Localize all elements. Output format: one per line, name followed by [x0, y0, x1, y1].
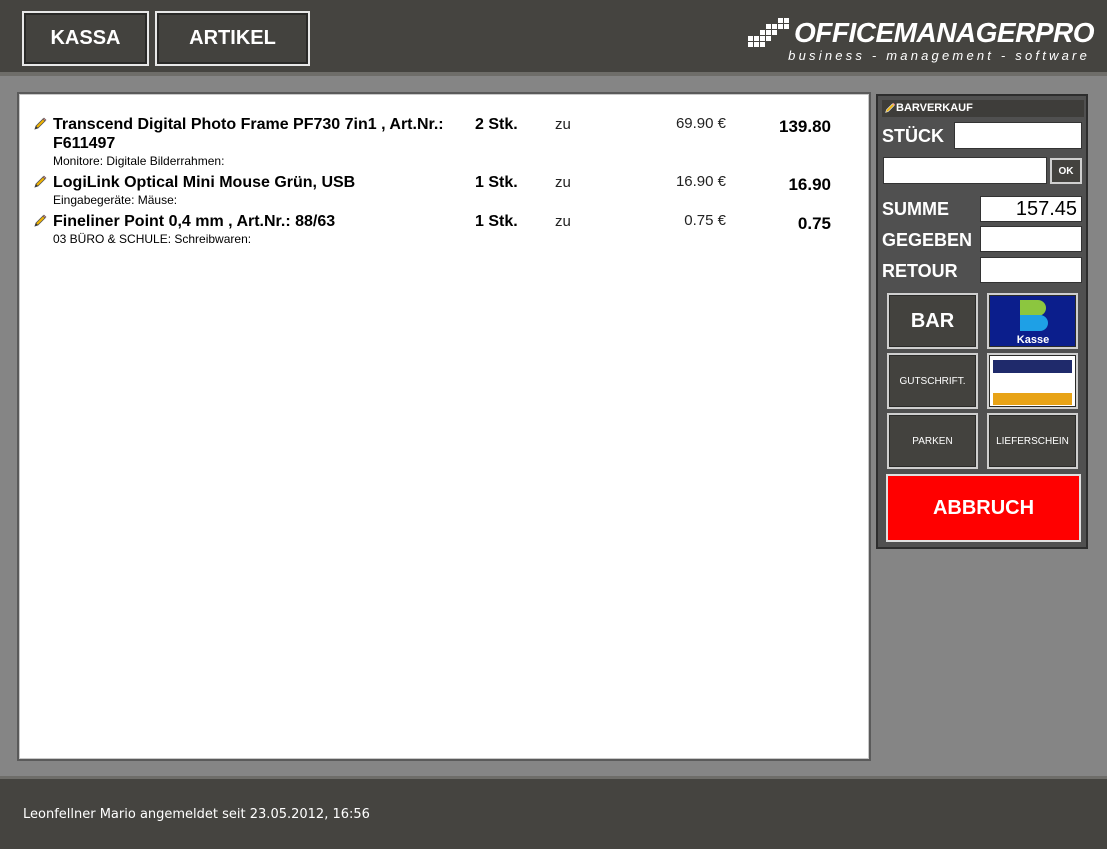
edit-pencil-icon[interactable] — [33, 117, 47, 131]
retour-label: RETOUR — [882, 261, 958, 281]
list-item: Fineliner Point 0,4 mm , Art.Nr.: 88/63 … — [33, 212, 833, 248]
item-quantity: 1 Stk. — [475, 174, 518, 191]
given-amount-input[interactable] — [980, 226, 1082, 252]
item-name: LogiLink Optical Mini Mouse Grün, USB — [53, 174, 356, 191]
item-category: 03 BÜRO & SCHULE: Schreibwaren: — [53, 232, 252, 246]
item-unit-price: 69.90 € — [675, 115, 726, 132]
edit-pencil-icon[interactable] — [33, 214, 47, 228]
edit-pencil-icon — [885, 102, 896, 113]
artikel-tab-button[interactable]: ARTIKEL — [155, 11, 310, 66]
item-category: Monitore: Digitale Bilderrahmen: — [53, 154, 225, 168]
login-status-text: Leonfellner Mario angemeldet seit 23.05.… — [23, 807, 370, 822]
logo-title: OFFICEMANAGERPRO — [794, 17, 1095, 48]
item-total: 0.75 — [797, 214, 831, 233]
app-logo: OFFICEMANAGERPRO business - management -… — [748, 14, 1095, 66]
lieferschein-button[interactable]: LIEFERSCHEIN — [987, 413, 1078, 469]
item-zu-label: zu — [555, 213, 571, 230]
logo-subtitle: business - management - software — [788, 48, 1090, 63]
list-item: LogiLink Optical Mini Mouse Grün, USB Ei… — [33, 173, 833, 209]
status-bar: Leonfellner Mario angemeldet seit 23.05.… — [0, 776, 1107, 849]
ok-button[interactable]: OK — [1050, 158, 1082, 184]
kasse-logo-text: Kasse — [1016, 334, 1048, 346]
item-name: Fineliner Point 0,4 mm , Art.Nr.: 88/63 — [53, 213, 336, 230]
kasse-logo-icon: Kasse — [1016, 300, 1049, 346]
edit-pencil-icon[interactable] — [33, 175, 47, 189]
item-zu-label: zu — [555, 174, 571, 191]
item-total: 139.80 — [779, 117, 831, 136]
item-name: Transcend Digital Photo Frame PF730 7in1… — [53, 116, 444, 152]
checkout-panel: BARVERKAUF STÜCK OK SUMME GEGEBEN RETOUR… — [876, 94, 1088, 549]
logo-dots-icon — [748, 18, 794, 50]
gutschrift-button[interactable]: GUTSCHRIFT. — [887, 353, 978, 409]
header-bar: KASSA ARTIKEL OFFICEMANAGERPRO business … — [0, 0, 1107, 76]
parken-button[interactable]: PARKEN — [887, 413, 978, 469]
abbruch-button[interactable]: ABBRUCH — [886, 474, 1081, 542]
panel-title: BARVERKAUF — [882, 100, 1084, 117]
item-unit-price: 16.90 € — [675, 173, 726, 190]
article-search-input[interactable] — [883, 157, 1047, 184]
total-sum-field — [980, 196, 1082, 222]
item-total: 16.90 — [788, 175, 831, 194]
bar-payment-button[interactable]: BAR — [887, 293, 978, 349]
item-quantity: 1 Stk. — [475, 213, 518, 230]
credit-card-payment-button[interactable] — [987, 353, 1078, 409]
change-field — [980, 257, 1082, 283]
summe-label: SUMME — [882, 199, 949, 219]
credit-card-icon — [993, 360, 1072, 405]
item-unit-price: 0.75 € — [684, 212, 726, 229]
kassa-tab-button[interactable]: KASSA — [22, 11, 149, 66]
list-item: Transcend Digital Photo Frame PF730 7in1… — [33, 115, 833, 171]
cart-list-panel: Transcend Digital Photo Frame PF730 7in1… — [17, 92, 871, 761]
item-quantity: 2 Stk. — [475, 116, 518, 133]
item-zu-label: zu — [555, 116, 571, 133]
quantity-input[interactable] — [954, 122, 1082, 149]
panel-title-text: BARVERKAUF — [896, 102, 973, 114]
item-category: Eingabegeräte: Mäuse: — [53, 193, 178, 207]
stueck-label: STÜCK — [882, 126, 944, 146]
gegeben-label: GEGEBEN — [882, 230, 973, 250]
kasse-card-payment-button[interactable]: Kasse — [987, 293, 1078, 349]
